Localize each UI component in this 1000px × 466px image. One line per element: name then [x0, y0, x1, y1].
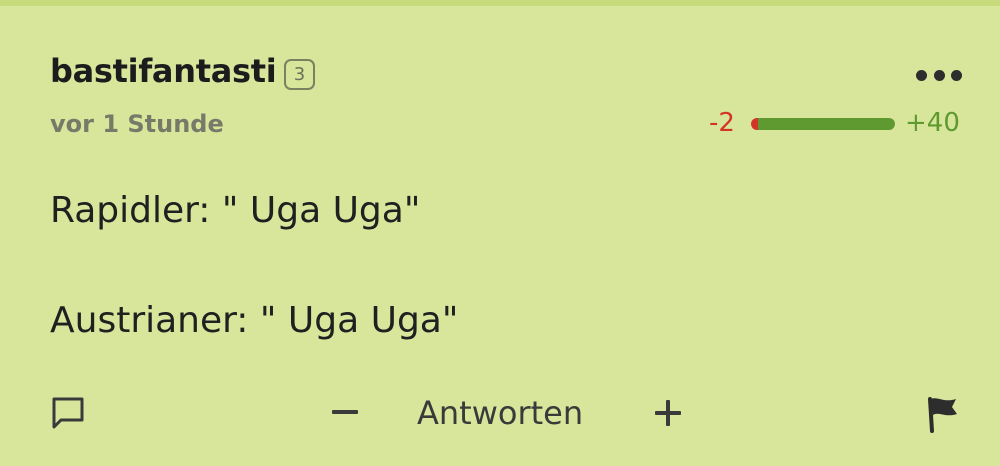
upvote-count: +40: [905, 108, 960, 138]
rank-badge: 3: [284, 59, 315, 90]
more-dots-icon[interactable]: [916, 60, 962, 90]
username[interactable]: bastifantasti: [50, 52, 277, 90]
vote-bar-negative: [751, 118, 758, 130]
vote-bar-positive: [758, 118, 895, 130]
upvote-button[interactable]: [650, 393, 686, 433]
comment-body-line: Rapidler: " Uga Uga": [50, 190, 421, 231]
minus-icon: [332, 410, 358, 414]
speech-bubble-icon[interactable]: [50, 395, 86, 431]
comment-card: bastifantasti 3 vor 1 Stunde -2 +40 Rapi…: [0, 0, 1000, 466]
vote-ratio-bar: [751, 118, 895, 130]
downvote-button[interactable]: [328, 392, 362, 432]
timestamp: vor 1 Stunde: [50, 110, 224, 138]
downvote-count: -2: [709, 108, 735, 138]
reply-button[interactable]: Antworten: [417, 394, 583, 432]
flag-icon[interactable]: [922, 393, 962, 435]
comment-body-line: Austrianer: " Uga Uga": [50, 300, 459, 341]
